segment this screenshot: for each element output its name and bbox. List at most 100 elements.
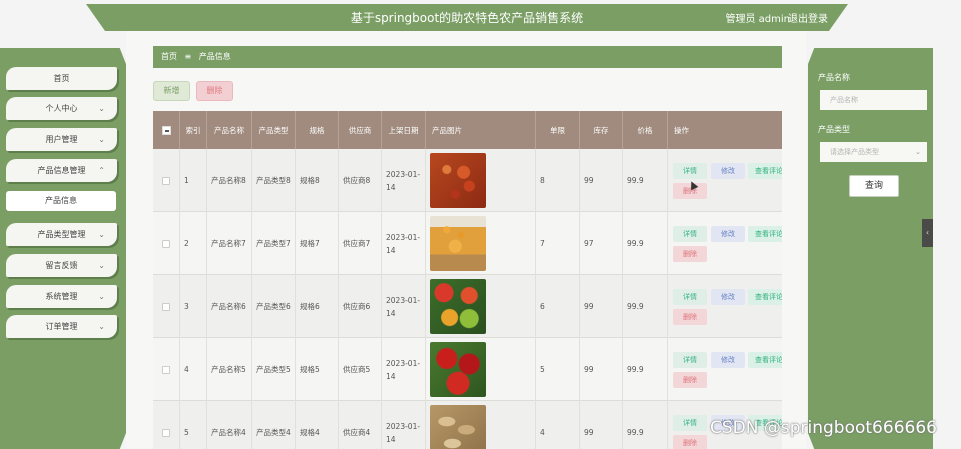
product-name-input[interactable]: 产品名称	[820, 90, 927, 110]
view-reviews-button[interactable]: 查看评论	[748, 226, 782, 242]
product-type-placeholder: 请选择产品类型	[830, 148, 879, 156]
sidebar-item-personal-center[interactable]: 个人中心 ⌄	[6, 97, 117, 120]
cell-supplier: 供应商6	[339, 275, 382, 338]
cell-actions: 详情 修改 查看评论 删除	[668, 338, 782, 401]
view-reviews-button[interactable]: 查看评论	[748, 352, 782, 368]
detail-button[interactable]: 详情	[673, 226, 707, 242]
checkbox-icon[interactable]	[162, 239, 170, 248]
cell-index: 4	[180, 338, 207, 401]
cell-type: 产品类型7	[252, 212, 296, 275]
column-header: 操作	[674, 125, 689, 135]
edit-button[interactable]: 修改	[711, 163, 745, 179]
sidebar-item-label: 个人中心	[45, 104, 78, 113]
cell-actions: 详情 修改 查看评论 删除	[668, 212, 782, 275]
column-header: 规格	[296, 111, 339, 149]
cell-limit: 6	[536, 275, 580, 338]
cell-limit: 7	[536, 212, 580, 275]
cell-stock: 99	[580, 401, 623, 449]
cell-index: 1	[180, 149, 207, 212]
row-checkbox-cell[interactable]	[153, 401, 180, 449]
view-reviews-button[interactable]: 查看评论	[748, 289, 782, 305]
row-delete-button[interactable]: 删除	[673, 309, 707, 325]
chevron-down-icon: ⌄	[915, 148, 921, 156]
cell-type: 产品类型4	[252, 401, 296, 449]
product-table: 索引 产品名称 产品类型 规格 供应商 上架日期 产品图片 单限 库存 价格 操…	[153, 111, 782, 449]
cell-actions: 详情 修改 查看评论 删除	[668, 149, 782, 212]
cell-stock: 99	[580, 338, 623, 401]
cell-type: 产品类型5	[252, 338, 296, 401]
checkbox-icon[interactable]	[161, 125, 171, 135]
sidebar-item-product-info-management[interactable]: 产品信息管理 ⌃	[6, 159, 117, 182]
sidebar-item-label: 用户管理	[45, 135, 78, 144]
sidebar-item-system-management[interactable]: 系统管理 ⌄	[6, 285, 117, 308]
column-header: 产品名称	[207, 111, 252, 149]
edit-button[interactable]: 修改	[711, 289, 745, 305]
cell-spec: 规格4	[296, 401, 339, 449]
row-checkbox-cell[interactable]	[153, 275, 180, 338]
sidebar-item-label: 系统管理	[45, 292, 78, 301]
collapse-handle[interactable]: ‹	[922, 219, 933, 247]
chevron-down-icon: ⌄	[98, 230, 105, 239]
current-user: 管理员 admin	[725, 14, 790, 25]
edit-button[interactable]: 修改	[711, 352, 745, 368]
cell-date: 2023-01-14	[382, 149, 426, 212]
detail-button[interactable]: 详情	[673, 415, 707, 431]
row-checkbox-cell[interactable]	[153, 338, 180, 401]
sidebar-item-home[interactable]: 首页	[6, 67, 117, 90]
row-delete-button[interactable]: 删除	[673, 372, 707, 388]
row-delete-button[interactable]: 删除	[673, 435, 707, 449]
delete-button[interactable]: 删除	[196, 81, 233, 101]
cell-date: 2023-01-14	[382, 401, 426, 449]
add-button[interactable]: 新增	[153, 81, 190, 101]
sidebar-item-product-type-management[interactable]: 产品类型管理 ⌄	[6, 223, 117, 246]
sidebar-item-order-management[interactable]: 订单管理 ⌄	[6, 315, 117, 338]
detail-button[interactable]: 详情	[673, 289, 707, 305]
logout-link[interactable]: 退出登录	[788, 10, 828, 25]
row-delete-button[interactable]: 删除	[673, 246, 707, 262]
product-image-tomatoes-mixed	[430, 279, 486, 334]
sidebar-subitem-product-info[interactable]: 产品信息	[6, 191, 116, 211]
cell-date: 2023-01-14	[382, 338, 426, 401]
sidebar-item-label: 产品信息	[45, 196, 77, 205]
column-header: 索引	[180, 111, 207, 149]
row-checkbox-cell[interactable]	[153, 149, 180, 212]
cell-price: 99.9	[623, 338, 668, 401]
sidebar-item-user-management[interactable]: 用户管理 ⌄	[6, 128, 117, 151]
cell-index: 2	[180, 212, 207, 275]
breadcrumb-home[interactable]: 首页	[161, 52, 177, 61]
table-row: 5 产品名称4 产品类型4 规格4 供应商4 2023-01-14 4 99 9…	[153, 401, 782, 449]
cell-type: 产品类型6	[252, 275, 296, 338]
row-checkbox-cell[interactable]	[153, 212, 180, 275]
search-button[interactable]: 查询	[849, 175, 899, 197]
column-header: 产品图片	[426, 111, 536, 149]
cell-image	[426, 212, 536, 275]
cell-limit: 4	[536, 401, 580, 449]
cell-spec: 规格5	[296, 338, 339, 401]
chevron-down-icon: ⌄	[98, 292, 105, 301]
sidebar-item-label: 订单管理	[45, 322, 78, 331]
watermark: CSDN @springboot666666	[710, 418, 937, 438]
cell-price: 99.9	[623, 212, 668, 275]
cell-name: 产品名称6	[207, 275, 252, 338]
column-header: 上架日期	[382, 111, 426, 149]
header-select-all[interactable]	[153, 111, 180, 149]
sidebar-item-label: 产品类型管理	[37, 230, 86, 239]
view-reviews-button[interactable]: 查看评论	[748, 163, 782, 179]
chevron-up-icon: ⌃	[98, 166, 105, 175]
cell-supplier: 供应商7	[339, 212, 382, 275]
edit-button[interactable]: 修改	[711, 226, 745, 242]
table-row: 2 产品名称7 产品类型7 规格7 供应商7 2023-01-14 7 97 9…	[153, 212, 782, 275]
checkbox-icon[interactable]	[162, 428, 170, 437]
checkbox-icon[interactable]	[162, 365, 170, 374]
checkbox-icon[interactable]	[162, 302, 170, 311]
cell-name: 产品名称4	[207, 401, 252, 449]
product-image-corn-basket	[430, 216, 486, 271]
cell-image	[426, 275, 536, 338]
cell-name: 产品名称7	[207, 212, 252, 275]
product-type-select[interactable]: 请选择产品类型 ⌄	[820, 142, 927, 162]
sidebar-item-feedback[interactable]: 留言反馈 ⌄	[6, 254, 117, 277]
cell-index: 3	[180, 275, 207, 338]
checkbox-icon[interactable]	[162, 176, 170, 185]
detail-button[interactable]: 详情	[673, 163, 707, 179]
detail-button[interactable]: 详情	[673, 352, 707, 368]
